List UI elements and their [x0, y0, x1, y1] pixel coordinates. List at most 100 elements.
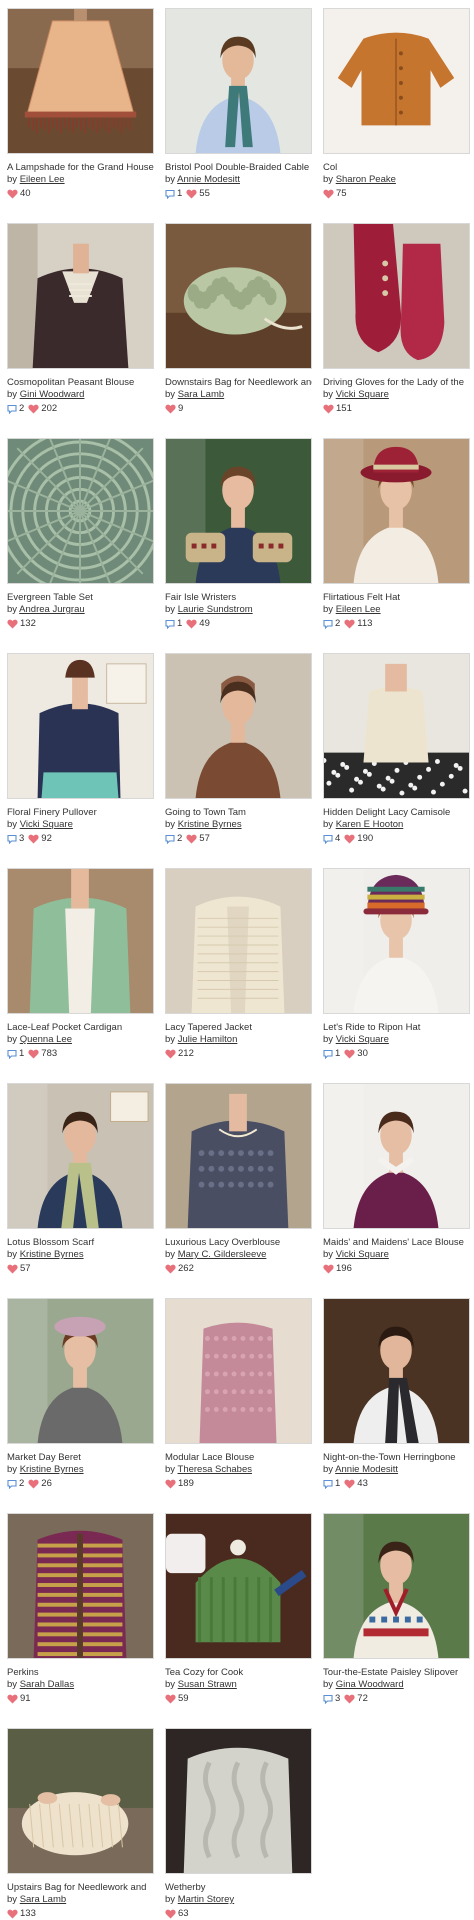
- pattern-title[interactable]: Lace-Leaf Pocket Cardigan: [7, 1022, 154, 1034]
- author-link[interactable]: Gina Woodward: [336, 1679, 404, 1690]
- pattern-title[interactable]: Downstairs Bag for Needlework and: [165, 377, 312, 389]
- beret-thumbnail[interactable]: [7, 1298, 154, 1444]
- green-bag-thumbnail[interactable]: [165, 223, 312, 369]
- striped-hat-thumbnail[interactable]: [323, 868, 470, 1014]
- author-link[interactable]: Annie Modesitt: [177, 174, 240, 185]
- favorites-stat[interactable]: 151: [323, 403, 352, 415]
- favorites-stat[interactable]: 212: [165, 1048, 194, 1060]
- cable-sweater-thumbnail[interactable]: [165, 1728, 312, 1874]
- pattern-title[interactable]: Upstairs Bag for Needlework and: [7, 1882, 154, 1894]
- pattern-title[interactable]: Floral Finery Pullover: [7, 807, 154, 819]
- comments-stat[interactable]: 1: [323, 1048, 340, 1060]
- pattern-title[interactable]: Perkins: [7, 1667, 154, 1679]
- pattern-title[interactable]: Wetherby: [165, 1882, 312, 1894]
- pattern-title[interactable]: Cosmopolitan Peasant Blouse: [7, 377, 154, 389]
- author-link[interactable]: Andrea Jurgrau: [19, 604, 84, 615]
- favorites-stat[interactable]: 43: [344, 1478, 368, 1490]
- pattern-title[interactable]: Market Day Beret: [7, 1452, 154, 1464]
- striped-cardigan-thumbnail[interactable]: [7, 1513, 154, 1659]
- author-link[interactable]: Kristine Byrnes: [178, 819, 242, 830]
- comments-stat[interactable]: 4: [323, 833, 340, 845]
- author-link[interactable]: Eileen Lee: [336, 604, 381, 615]
- pattern-title[interactable]: Lotus Blossom Scarf: [7, 1237, 154, 1249]
- peasant-blouse-thumbnail[interactable]: [7, 223, 154, 369]
- author-link[interactable]: Mary C. Gildersleeve: [178, 1249, 267, 1260]
- author-link[interactable]: Julie Hamilton: [178, 1034, 238, 1045]
- favorites-stat[interactable]: 75: [323, 188, 347, 200]
- man-scarf-thumbnail[interactable]: [165, 8, 312, 154]
- pattern-title[interactable]: Tea Cozy for Cook: [165, 1667, 312, 1679]
- herringbone-scarf-thumbnail[interactable]: [323, 1298, 470, 1444]
- author-link[interactable]: Sara Lamb: [20, 1894, 66, 1905]
- cream-jacket-thumbnail[interactable]: [165, 868, 312, 1014]
- favorites-stat[interactable]: 40: [7, 188, 31, 200]
- favorites-stat[interactable]: 202: [28, 403, 57, 415]
- comments-stat[interactable]: 3: [323, 1693, 340, 1705]
- pattern-title[interactable]: Hidden Delight Lacy Camisole: [323, 807, 470, 819]
- author-link[interactable]: Quenna Lee: [20, 1034, 72, 1045]
- favorites-stat[interactable]: 132: [7, 618, 36, 630]
- author-link[interactable]: Vicki Square: [336, 389, 389, 400]
- comments-stat[interactable]: 2: [7, 403, 24, 415]
- comments-stat[interactable]: 3: [7, 833, 24, 845]
- comments-stat[interactable]: 2: [323, 618, 340, 630]
- felt-hat-thumbnail[interactable]: [323, 438, 470, 584]
- author-link[interactable]: Laurie Sundstrom: [178, 604, 253, 615]
- red-gloves-thumbnail[interactable]: [323, 223, 470, 369]
- author-link[interactable]: Vicki Square: [20, 819, 73, 830]
- pattern-title[interactable]: Flirtatious Felt Hat: [323, 592, 470, 604]
- favorites-stat[interactable]: 189: [165, 1478, 194, 1490]
- author-link[interactable]: Annie Modesitt: [335, 1464, 398, 1475]
- author-link[interactable]: Sarah Dallas: [20, 1679, 74, 1690]
- favorites-stat[interactable]: 133: [7, 1908, 36, 1920]
- pattern-title[interactable]: Bristol Pool Double-Braided Cable: [165, 162, 312, 174]
- author-link[interactable]: Vicki Square: [336, 1249, 389, 1260]
- favorites-stat[interactable]: 57: [186, 833, 210, 845]
- favorites-stat[interactable]: 55: [186, 188, 210, 200]
- pattern-title[interactable]: Luxurious Lacy Overblouse: [165, 1237, 312, 1249]
- author-link[interactable]: Gini Woodward: [20, 389, 85, 400]
- cream-bag-thumbnail[interactable]: [7, 1728, 154, 1874]
- lace-doily-thumbnail[interactable]: [7, 438, 154, 584]
- navy-pullover-thumbnail[interactable]: [7, 653, 154, 799]
- favorites-stat[interactable]: 72: [344, 1693, 368, 1705]
- author-link[interactable]: Sharon Peake: [336, 174, 396, 185]
- favorites-stat[interactable]: 783: [28, 1048, 57, 1060]
- pattern-title[interactable]: Modular Lace Blouse: [165, 1452, 312, 1464]
- favorites-stat[interactable]: 9: [165, 403, 183, 415]
- paisley-slipover-thumbnail[interactable]: [323, 1513, 470, 1659]
- favorites-stat[interactable]: 190: [344, 833, 373, 845]
- author-link[interactable]: Martin Storey: [178, 1894, 235, 1905]
- pattern-title[interactable]: Lacy Tapered Jacket: [165, 1022, 312, 1034]
- orange-cardigan-thumbnail[interactable]: [323, 8, 470, 154]
- comments-stat[interactable]: 1: [323, 1478, 340, 1490]
- wristers-thumbnail[interactable]: [165, 438, 312, 584]
- pattern-title[interactable]: Let's Ride to Ripon Hat: [323, 1022, 470, 1034]
- pattern-title[interactable]: Going to Town Tam: [165, 807, 312, 819]
- favorites-stat[interactable]: 113: [344, 618, 372, 630]
- comments-stat[interactable]: 1: [7, 1048, 24, 1060]
- pattern-title[interactable]: Night-on-the-Town Herringbone: [323, 1452, 470, 1464]
- favorites-stat[interactable]: 49: [186, 618, 210, 630]
- author-link[interactable]: Eileen Lee: [20, 174, 65, 185]
- brown-coat-thumbnail[interactable]: [165, 653, 312, 799]
- pattern-title[interactable]: Fair Isle Wristers: [165, 592, 312, 604]
- favorites-stat[interactable]: 63: [165, 1908, 189, 1920]
- favorites-stat[interactable]: 26: [28, 1478, 52, 1490]
- favorites-stat[interactable]: 92: [28, 833, 52, 845]
- comments-stat[interactable]: 1: [165, 618, 182, 630]
- author-link[interactable]: Sara Lamb: [178, 389, 224, 400]
- favorites-stat[interactable]: 30: [344, 1048, 368, 1060]
- favorites-stat[interactable]: 196: [323, 1263, 352, 1275]
- pattern-title[interactable]: Tour-the-Estate Paisley Slipover: [323, 1667, 470, 1679]
- favorites-stat[interactable]: 262: [165, 1263, 194, 1275]
- pattern-title[interactable]: Evergreen Table Set: [7, 592, 154, 604]
- pattern-title[interactable]: Driving Gloves for the Lady of the: [323, 377, 470, 389]
- author-link[interactable]: Karen E Hooton: [336, 819, 404, 830]
- favorites-stat[interactable]: 91: [7, 1693, 31, 1705]
- comments-stat[interactable]: 2: [7, 1478, 24, 1490]
- lotus-scarf-thumbnail[interactable]: [7, 1083, 154, 1229]
- favorites-stat[interactable]: 59: [165, 1693, 189, 1705]
- favorites-stat[interactable]: 57: [7, 1263, 31, 1275]
- author-link[interactable]: Theresa Schabes: [178, 1464, 252, 1475]
